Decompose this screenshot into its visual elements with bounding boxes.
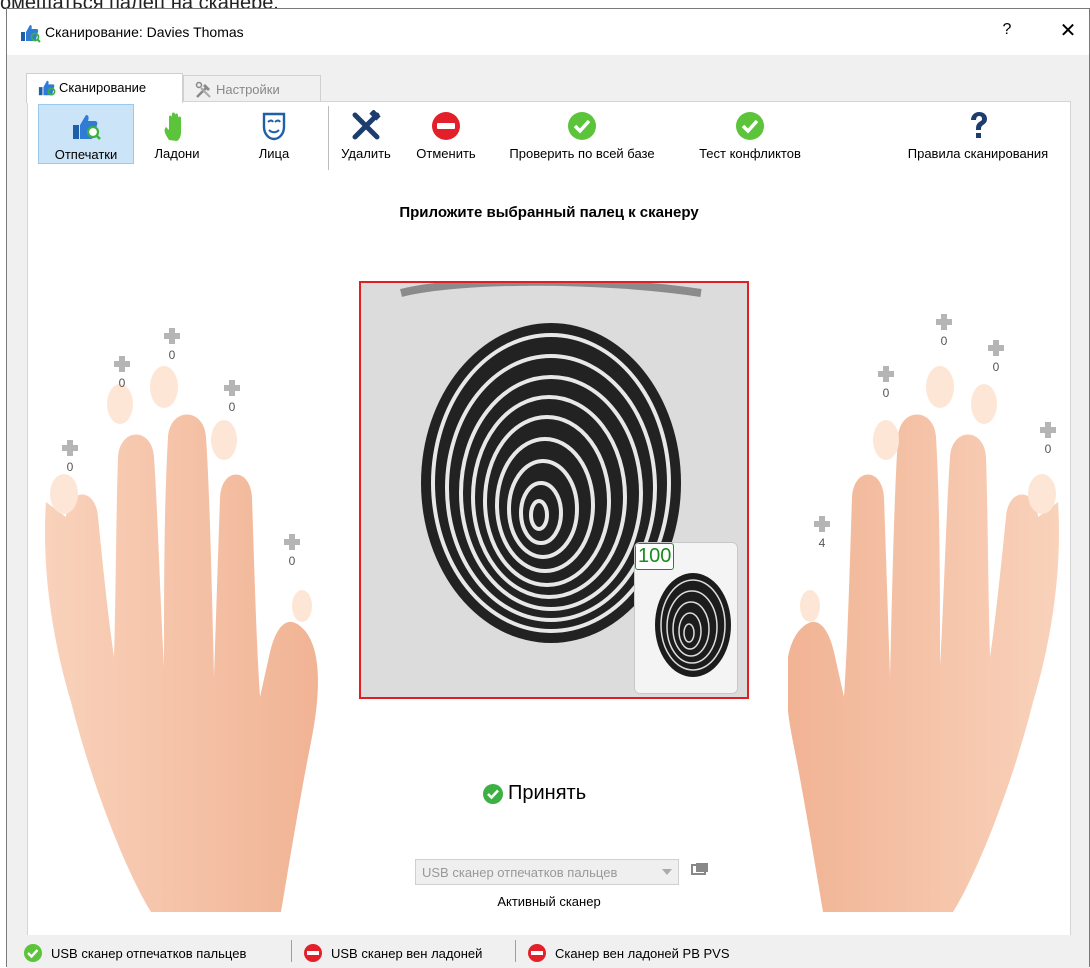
status-bar: USB сканер отпечатков пальцев USB сканер…: [7, 935, 1089, 968]
finger-count: 0: [66, 460, 74, 474]
conflict-test-label: Тест конфликтов: [699, 146, 801, 161]
title-bar: Сканирование: Davies Thomas ? ✕: [7, 9, 1089, 55]
status-label: USB сканер вен ладоней: [331, 945, 483, 961]
accept-button[interactable]: Принять: [482, 782, 586, 805]
cancel-button[interactable]: Отменить: [404, 104, 488, 164]
thumbs-up-icon: [38, 80, 56, 96]
status-pb-pvs-scanner: Сканер вен ладоней PB PVS: [527, 943, 730, 963]
finger-count: 0: [992, 360, 1000, 374]
status-label: USB сканер отпечатков пальцев: [51, 945, 247, 961]
fingerprints-label: Отпечатки: [54, 147, 118, 162]
window-title: Сканирование: Davies Thomas: [45, 24, 244, 40]
scanner-select[interactable]: USB сканер отпечатков пальцев: [415, 859, 679, 885]
content-area: Сканирование Настройки Отпечатки Ладони …: [7, 55, 1089, 968]
status-palm-vein-scanner: USB сканер вен ладоней: [303, 943, 482, 963]
refresh-icon[interactable]: [690, 860, 710, 880]
check-circle-icon: [568, 112, 596, 140]
help-button[interactable]: ?: [997, 21, 1017, 39]
add-finger-icon[interactable]: [222, 378, 242, 398]
toolbar-separator: [328, 106, 329, 170]
verify-db-button[interactable]: Проверить по всей базе: [494, 104, 670, 164]
toolbar: Отпечатки Ладони Лица Удалить Отменить П…: [38, 104, 1058, 190]
palm-icon: [164, 112, 181, 141]
add-finger-icon[interactable]: [876, 364, 896, 384]
tab-settings-label: Настройки: [216, 82, 280, 97]
tools-icon: [195, 81, 211, 98]
finger-count: 0: [288, 554, 296, 568]
fingerprints-button[interactable]: Отпечатки: [38, 104, 134, 164]
add-finger-icon[interactable]: [934, 312, 954, 332]
check-circle-icon: [736, 112, 764, 140]
fingerprint-scan-icon: [73, 115, 101, 140]
stop-icon: [432, 112, 460, 140]
accept-label: Принять: [508, 782, 587, 804]
check-circle-icon: [24, 944, 42, 962]
question-icon: [971, 112, 987, 138]
fingerprint-preview: 100: [359, 281, 749, 699]
left-hand-diagram: [45, 366, 318, 912]
add-finger-icon[interactable]: [812, 514, 832, 534]
stop-icon: [528, 944, 546, 962]
add-finger-icon[interactable]: [60, 438, 80, 458]
scan-window: Сканирование: Davies Thomas ? ✕ Сканиров…: [6, 8, 1090, 968]
scanning-panel: Отпечатки Ладони Лица Удалить Отменить П…: [27, 101, 1071, 936]
instruction-text: Приложите выбранный палец к сканеру: [399, 204, 699, 221]
finger-count: 0: [118, 376, 126, 390]
finger-count: 0: [168, 348, 176, 362]
active-scanner-label: Активный сканер: [497, 894, 601, 909]
add-finger-icon[interactable]: [162, 326, 182, 346]
finger-count: 0: [1044, 442, 1052, 456]
thumbs-up-icon: [21, 25, 41, 43]
conflict-test-button[interactable]: Тест конфликтов: [682, 104, 818, 164]
finger-count: 0: [940, 334, 948, 348]
finger-count: 4: [818, 536, 826, 550]
cancel-label: Отменить: [416, 146, 476, 161]
faces-label: Лица: [258, 146, 290, 161]
scanner-select-value: USB сканер отпечатков пальцев: [422, 865, 618, 880]
add-finger-icon[interactable]: [986, 338, 1006, 358]
stop-icon: [304, 944, 322, 962]
check-circle-icon: [483, 783, 503, 804]
delete-label: Удалить: [341, 146, 391, 161]
add-finger-icon[interactable]: [1038, 420, 1058, 440]
finger-count: 0: [228, 400, 236, 414]
fingerprint-thumbnail: 100: [634, 542, 738, 694]
chevron-down-icon: [662, 869, 672, 875]
palms-button[interactable]: Ладони: [142, 104, 212, 164]
add-finger-icon[interactable]: [282, 532, 302, 552]
faces-button[interactable]: Лица: [244, 104, 304, 164]
face-mask-icon: [262, 112, 286, 141]
palms-label: Ладони: [154, 146, 200, 161]
right-hand-diagram: [788, 366, 1059, 912]
scan-rules-button[interactable]: Правила сканирования: [898, 104, 1058, 164]
status-label: Сканер вен ладоней PB PVS: [555, 945, 730, 961]
delete-button[interactable]: Удалить: [332, 104, 400, 164]
verify-db-label: Проверить по всей базе: [509, 146, 655, 161]
delete-tools-icon: [352, 110, 381, 140]
close-button[interactable]: ✕: [1055, 18, 1081, 43]
add-finger-icon[interactable]: [112, 354, 132, 374]
tab-scanning[interactable]: Сканирование: [26, 73, 183, 103]
tab-settings[interactable]: Настройки: [183, 75, 321, 101]
status-separator: [515, 940, 516, 962]
scan-rules-label: Правила сканирования: [907, 146, 1049, 161]
finger-count: 0: [882, 386, 890, 400]
quality-score-badge: 100: [635, 543, 675, 570]
status-separator: [291, 940, 292, 962]
status-fingerprint-scanner: USB сканер отпечатков пальцев: [23, 943, 246, 963]
tab-scanning-label: Сканирование: [59, 80, 147, 95]
